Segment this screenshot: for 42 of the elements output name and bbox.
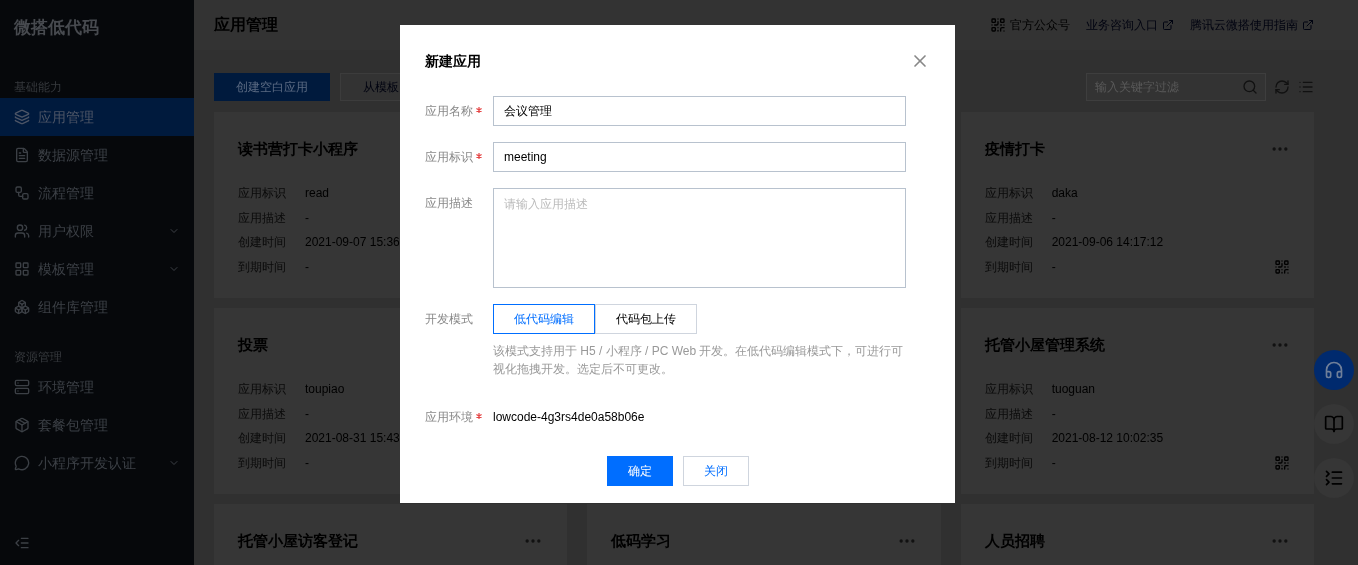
- field-value: -: [305, 454, 309, 472]
- description-input[interactable]: 请输入应用描述: [493, 188, 906, 288]
- text-input[interactable]: 会议管理: [493, 96, 906, 126]
- field-value: -: [305, 258, 309, 276]
- list-icon: [1324, 468, 1344, 488]
- mode-option[interactable]: 低代码编辑: [493, 304, 595, 334]
- field-value: -: [1051, 405, 1056, 423]
- docs-button[interactable]: [1314, 404, 1354, 444]
- field-label: 应用标识: [425, 149, 473, 166]
- book-icon: [1324, 414, 1344, 434]
- create-blank-app-button[interactable]: 创建空白应用: [214, 73, 330, 101]
- external-link-icon[interactable]: [1302, 19, 1314, 31]
- mode-option[interactable]: 代码包上传: [595, 304, 697, 334]
- field-label: 应用环境: [425, 409, 473, 426]
- dialog-title: 新建应用: [425, 51, 481, 71]
- list-view-icon[interactable]: [1298, 79, 1314, 95]
- required-icon: [476, 413, 482, 419]
- support-button[interactable]: [1314, 350, 1354, 390]
- field-label: 应用描述: [425, 195, 473, 212]
- logo: 微搭低代码: [13, 17, 100, 40]
- required-icon: [476, 153, 482, 159]
- external-link-icon[interactable]: [1162, 19, 1174, 31]
- search-icon[interactable]: [1242, 79, 1258, 95]
- collapse-icon[interactable]: [14, 535, 30, 551]
- field-value: -: [1051, 258, 1056, 276]
- sidebar-item[interactable]: 应用管理: [0, 98, 194, 136]
- qr-code-icon[interactable]: [1274, 259, 1290, 275]
- required-icon: [476, 107, 482, 113]
- qr-code-icon[interactable]: [1274, 455, 1290, 471]
- menu-button[interactable]: [1314, 458, 1354, 498]
- qr-code-icon[interactable]: [990, 17, 1006, 33]
- field-value: -: [1051, 209, 1056, 227]
- field-value: -: [305, 209, 309, 227]
- refresh-icon[interactable]: [1274, 79, 1290, 95]
- confirm-button[interactable]: 确定: [606, 456, 673, 486]
- field-value: -: [305, 405, 309, 423]
- field-value: -: [1051, 454, 1056, 472]
- field-label: 开发模式: [425, 311, 473, 328]
- close-button[interactable]: 关闭: [682, 456, 749, 486]
- text-input[interactable]: meeting: [493, 142, 906, 172]
- sidebar-label: 应用管理: [38, 107, 95, 127]
- headset-icon: [1324, 360, 1344, 380]
